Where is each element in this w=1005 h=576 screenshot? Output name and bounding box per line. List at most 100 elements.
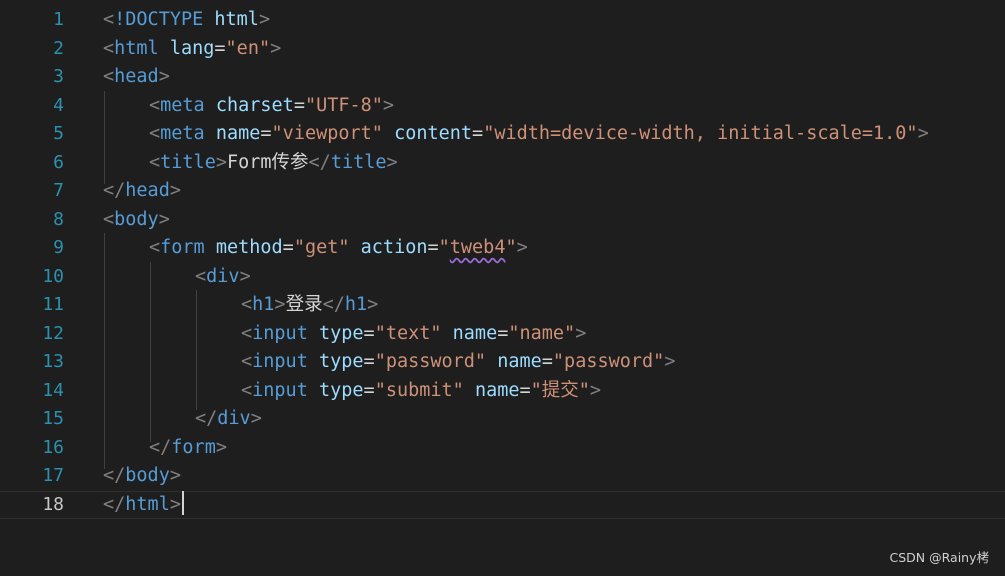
code-token: > (274, 294, 286, 315)
code-token: "name" (508, 322, 576, 344)
code-line[interactable]: 10 <div> (0, 263, 1005, 291)
code-text: <h1>登录</h1> (241, 291, 378, 319)
code-text: <input type="submit" name="提交"> (241, 377, 601, 405)
code-line[interactable]: 12 <input type="text" name="name"> (0, 320, 1005, 348)
code-token: < (103, 208, 115, 230)
code-token: "UTF-8" (304, 94, 383, 116)
line-number: 1 (53, 9, 64, 30)
code-token: = (472, 123, 484, 144)
code-token: </ (322, 294, 345, 315)
code-text: <title>Form传参</title> (149, 149, 398, 177)
code-token: h1 (252, 294, 275, 315)
line-number: 5 (53, 123, 64, 144)
line-number: 12 (42, 322, 64, 344)
code-line[interactable]: 1 <!DOCTYPE html> (0, 6, 1005, 34)
code-token: html (125, 493, 170, 515)
line-number: 17 (42, 465, 64, 486)
code-token: 登录 (285, 294, 323, 315)
code-line[interactable]: 5 <meta name="viewport" content="width=de… (0, 120, 1005, 148)
code-token: tweb4 (449, 237, 506, 258)
code-token: input (252, 379, 308, 401)
code-token: = (427, 237, 439, 258)
code-line[interactable]: 13 <input type="password" name="password"… (0, 348, 1005, 376)
line-number: 18 (42, 493, 64, 515)
code-token: "text" (374, 322, 442, 344)
code-token: = (363, 322, 375, 344)
code-token: = (282, 237, 294, 258)
code-text: <input type="text" name="name"> (241, 320, 586, 348)
code-editor[interactable]: 1 <!DOCTYPE html> 2 <html lang="en"> 3 <head>… (0, 0, 1005, 576)
code-token: name (474, 379, 520, 401)
line-number: 4 (53, 94, 64, 116)
code-text: <body> (103, 206, 170, 234)
code-line[interactable]: 16 </form> (0, 434, 1005, 462)
line-number: 7 (53, 180, 64, 201)
code-line[interactable]: 14 <input type="submit" name="提交"> (0, 377, 1005, 405)
text-cursor (181, 490, 184, 515)
code-line[interactable]: 15 </div> (0, 405, 1005, 433)
code-token: > (664, 351, 676, 372)
code-token: html (114, 37, 159, 59)
code-token: > (575, 322, 587, 344)
code-line[interactable]: 7 </head> (0, 177, 1005, 205)
code-text: <!DOCTYPE html> (103, 6, 270, 34)
code-text: <head> (103, 63, 170, 91)
code-line[interactable]: 11 <h1>登录</h1> (0, 291, 1005, 319)
line-number: 9 (53, 237, 64, 258)
code-token: = (541, 351, 553, 372)
code-token: < (241, 294, 253, 315)
code-token: = (260, 123, 272, 144)
code-token: "submit" (374, 379, 464, 401)
code-token: type (318, 322, 364, 344)
line-number: 14 (42, 379, 64, 401)
code-token: !DOCTYPE (114, 9, 204, 30)
code-text: <input type="password" name="password"> (241, 348, 675, 376)
code-line[interactable]: 2 <html lang="en"> (0, 35, 1005, 63)
code-token: > (516, 237, 528, 258)
code-token: h1 (344, 294, 368, 315)
line-number: 13 (42, 351, 64, 372)
code-token: input (252, 322, 308, 344)
code-token: > (239, 265, 251, 287)
code-line[interactable]: 8 <body> (0, 206, 1005, 234)
code-line[interactable]: 17 </body> (0, 462, 1005, 490)
code-token: > (382, 94, 395, 116)
code-token: method (215, 237, 283, 258)
code-token: < (149, 151, 161, 173)
code-token: name (215, 123, 261, 144)
code-token: "提交" (530, 379, 590, 401)
code-token: = (363, 379, 375, 401)
code-token: < (149, 94, 161, 116)
code-token: meta (160, 123, 205, 144)
code-token: form (160, 237, 205, 258)
line-number: 11 (42, 294, 64, 315)
code-token: input (252, 351, 308, 372)
code-token: name (452, 322, 498, 344)
code-token: </ (308, 151, 331, 173)
code-text: </form> (149, 434, 227, 462)
code-token: head (125, 180, 170, 201)
code-token: > (250, 408, 262, 429)
line-number: 8 (53, 208, 64, 230)
code-token: = (293, 94, 305, 116)
code-line[interactable]: 9 <form method="get" action="tweb4"> (0, 234, 1005, 262)
code-line[interactable]: 3 <head> (0, 63, 1005, 91)
code-token: < (241, 322, 253, 344)
csdn-watermark: CSDN @Rainy栲 (889, 550, 989, 565)
code-line[interactable]: 18 </html> (0, 490, 1005, 519)
code-text: </html> (103, 490, 184, 519)
code-token: </ (103, 493, 126, 515)
line-number: 3 (53, 66, 64, 87)
code-token: < (103, 66, 115, 87)
line-number: 2 (53, 37, 64, 59)
code-token: html (214, 9, 259, 30)
code-line[interactable]: 6 <title>Form传参</title> (0, 149, 1005, 177)
code-token: "viewport" (271, 123, 383, 144)
code-line[interactable]: 4 <meta charset="UTF-8"> (0, 92, 1005, 120)
code-token: type (318, 379, 364, 401)
code-token: </ (103, 465, 126, 486)
